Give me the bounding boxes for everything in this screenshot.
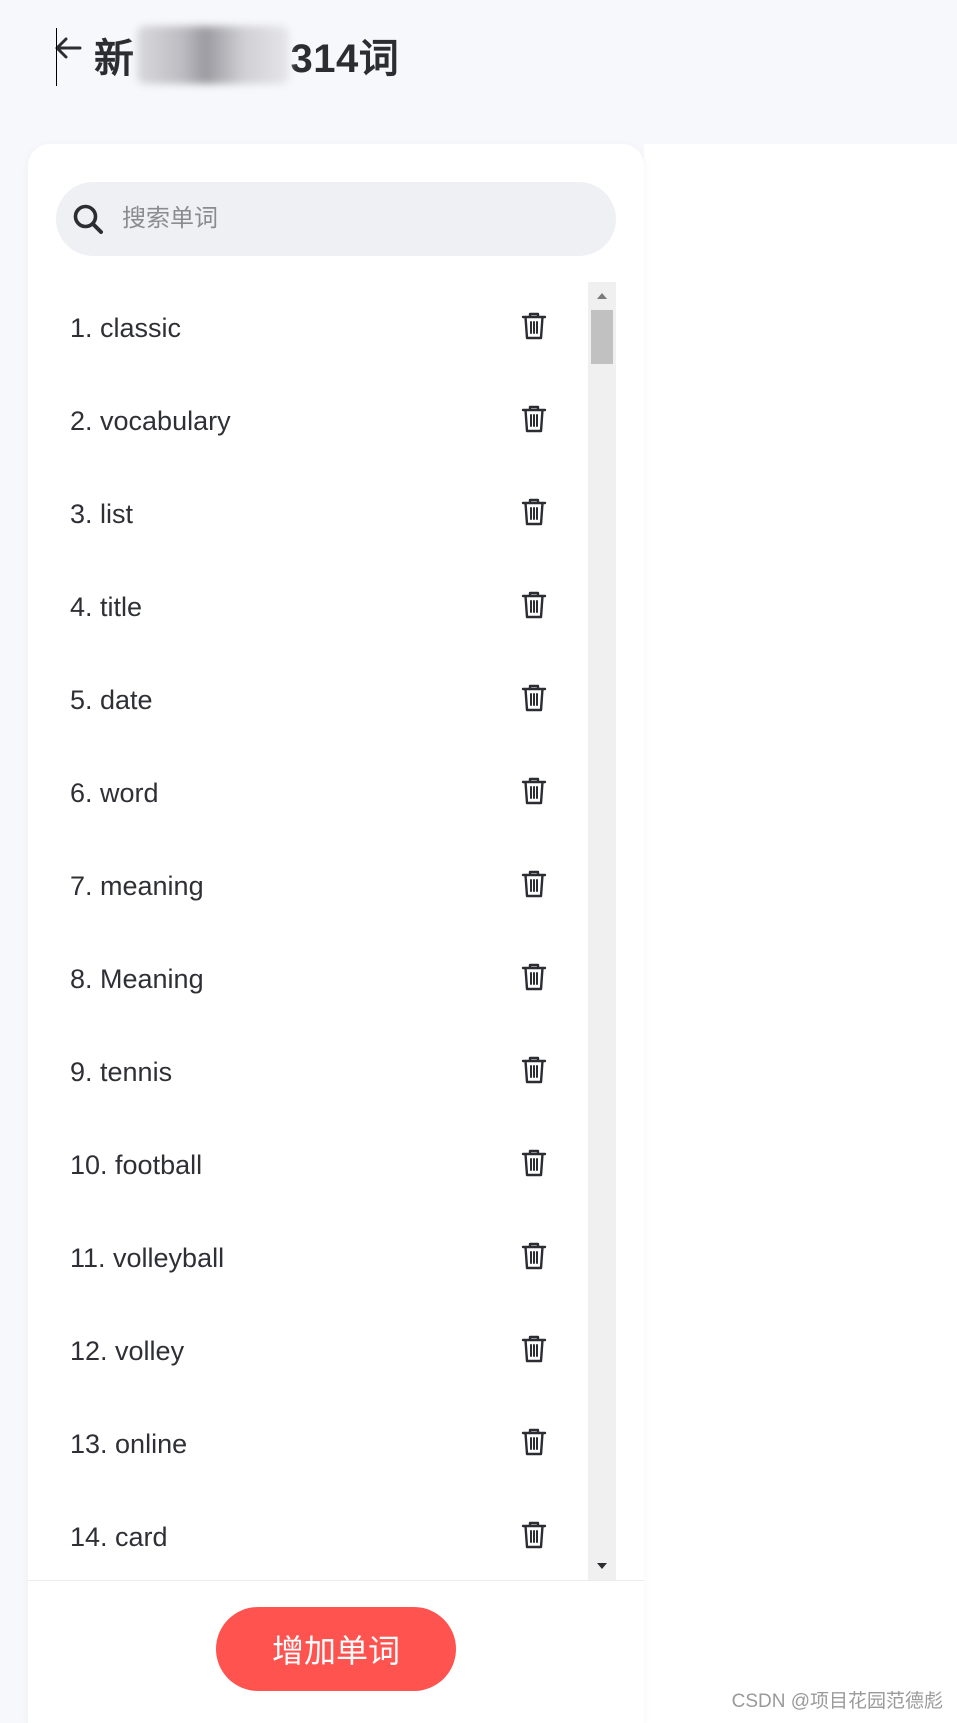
word-label: 12. volley [70, 1336, 185, 1366]
word-label: 8. Meaning [70, 964, 204, 994]
word-list-item[interactable]: 11. volleyball [28, 1212, 588, 1305]
word-label: 3. list [70, 499, 134, 529]
detail-pane [644, 144, 957, 1723]
back-button[interactable] [48, 28, 88, 68]
trash-icon [521, 869, 547, 904]
word-label: 5. date [70, 685, 153, 715]
trash-icon [521, 1055, 547, 1090]
trash-icon [521, 1520, 547, 1555]
delete-word-button[interactable] [514, 1146, 554, 1186]
trash-icon [521, 1427, 547, 1462]
search-icon [70, 201, 106, 237]
word-list-item[interactable]: 14. card [28, 1491, 588, 1580]
delete-word-button[interactable] [514, 309, 554, 349]
trash-icon [521, 497, 547, 532]
trash-icon [521, 962, 547, 997]
title-suffix: 314词 [290, 37, 400, 81]
scrollbar-thumb[interactable] [591, 310, 613, 364]
trash-icon [521, 1241, 547, 1276]
panel-footer: 增加单词 [28, 1580, 644, 1723]
word-label: 2. vocabulary [70, 406, 231, 436]
word-list-item[interactable]: 4. title [28, 561, 588, 654]
word-list-item[interactable]: 12. volley [28, 1305, 588, 1398]
text-cursor [56, 28, 57, 86]
word-label: 1. classic [70, 313, 182, 343]
add-word-button[interactable]: 增加单词 [216, 1607, 456, 1691]
word-list-item[interactable]: 10. football [28, 1119, 588, 1212]
delete-word-button[interactable] [514, 774, 554, 814]
scroll-down-arrow-icon[interactable] [588, 1554, 616, 1578]
word-list: 1. classic 2. vocabulary 3. list 4. title 5.… [28, 282, 588, 1580]
word-label: 4. title [70, 592, 143, 622]
trash-icon [521, 776, 547, 811]
word-list-item[interactable]: 5. date [28, 654, 588, 747]
word-list-item[interactable]: 9. tennis [28, 1026, 588, 1119]
word-list-item[interactable]: 6. word [28, 747, 588, 840]
word-label: 9. tennis [70, 1057, 173, 1087]
delete-word-button[interactable] [514, 588, 554, 628]
word-list-item[interactable]: 1. classic [28, 282, 588, 375]
arrow-left-icon [55, 37, 82, 59]
word-list-item[interactable]: 3. list [28, 468, 588, 561]
trash-icon [521, 404, 547, 439]
trash-icon [521, 590, 547, 625]
trash-icon [521, 1334, 547, 1369]
word-list-viewport[interactable]: 1. classic 2. vocabulary 3. list 4. title 5.… [28, 282, 644, 1580]
delete-word-button[interactable] [514, 402, 554, 442]
word-label: 10. football [70, 1150, 203, 1180]
search-bar [56, 182, 616, 256]
scrollbar[interactable] [588, 282, 616, 1580]
word-label: 13. online [70, 1429, 188, 1459]
word-label: 6. word [70, 778, 159, 808]
delete-word-button[interactable] [514, 960, 554, 1000]
word-label: 7. meaning [70, 871, 204, 901]
trash-icon [521, 683, 547, 718]
word-list-panel: 1. classic 2. vocabulary 3. list 4. title 5.… [28, 144, 644, 1723]
trash-icon [521, 311, 547, 346]
redacted-title-part [136, 26, 289, 84]
page-header: 新 314词 [0, 0, 957, 110]
word-list-item[interactable]: 13. online [28, 1398, 588, 1491]
word-list-item[interactable]: 2. vocabulary [28, 375, 588, 468]
delete-word-button[interactable] [514, 867, 554, 907]
word-label: 11. volleyball [70, 1243, 225, 1273]
trash-icon [521, 1148, 547, 1183]
search-input[interactable] [122, 205, 582, 233]
delete-word-button[interactable] [514, 1239, 554, 1279]
title-prefix: 新 [94, 37, 135, 81]
watermark: CSDN @项目花园范德彪 [731, 1691, 943, 1712]
delete-word-button[interactable] [514, 1518, 554, 1558]
word-list-item[interactable]: 7. meaning [28, 840, 588, 933]
delete-word-button[interactable] [514, 681, 554, 721]
word-label: 14. card [70, 1522, 168, 1552]
delete-word-button[interactable] [514, 1332, 554, 1372]
word-list-item[interactable]: 8. Meaning [28, 933, 588, 1026]
delete-word-button[interactable] [514, 1425, 554, 1465]
delete-word-button[interactable] [514, 495, 554, 535]
page-title: 新 314词 [94, 26, 399, 84]
scroll-up-arrow-icon[interactable] [588, 284, 616, 308]
delete-word-button[interactable] [514, 1053, 554, 1093]
